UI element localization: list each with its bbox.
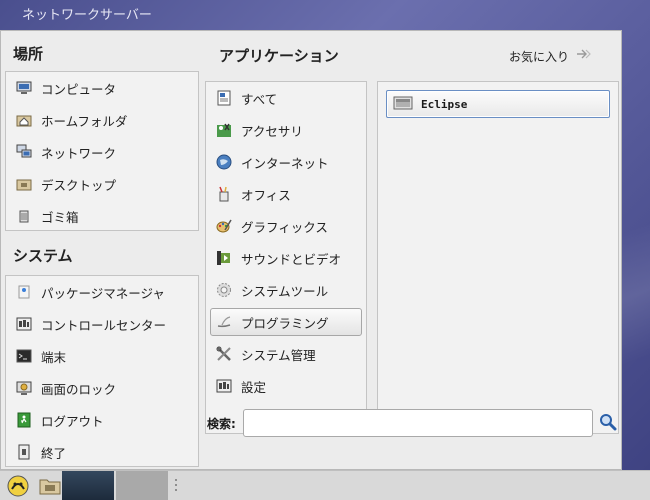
places-item-label: デスクトップ: [41, 177, 117, 193]
search-icon[interactable]: [599, 413, 617, 431]
taskbar: [0, 470, 650, 500]
favorites-label: お気に入り: [508, 49, 569, 64]
system-item-label: 端末: [41, 349, 67, 365]
category-all[interactable]: すべて: [210, 84, 362, 112]
search-label: 検索:: [207, 417, 236, 431]
places-item-label: コンピュータ: [41, 81, 117, 97]
places-item-label: ネットワーク: [41, 145, 117, 161]
places-list: コンピュータ ホームフォルダ ネットワーク デスクトップ ゴミ箱: [5, 71, 199, 231]
window-title: ネットワークサーバー: [22, 8, 152, 23]
app-item-eclipse[interactable]: Eclipse: [386, 90, 610, 118]
system-item-label: コントロールセンター: [41, 317, 167, 333]
desktop-folder-icon: [15, 175, 33, 193]
system-item-control-center[interactable]: コントロールセンター: [10, 310, 194, 338]
category-accessories[interactable]: アクセサリ: [210, 116, 362, 144]
category-office[interactable]: オフィス: [210, 180, 362, 208]
taskbar-handle-icon[interactable]: [172, 471, 180, 500]
control-center-icon: [15, 315, 33, 333]
internet-icon: [215, 153, 233, 171]
category-system-tools[interactable]: システムツール: [210, 276, 362, 304]
places-item-label: ゴミ箱: [41, 209, 79, 225]
settings-icon: [215, 377, 233, 395]
folder-launcher-icon[interactable]: [38, 471, 62, 500]
places-item-network[interactable]: ネットワーク: [10, 138, 194, 166]
trash-icon: [15, 207, 33, 225]
system-title: システム: [13, 247, 73, 265]
system-item-label: 終了: [41, 445, 67, 461]
application-menu: 場所 コンピュータ ホームフォルダ ネットワーク デスクトップ ゴミ箱 システム…: [0, 30, 622, 470]
category-label: アクセサリ: [241, 123, 303, 139]
category-label: システムツール: [241, 283, 329, 299]
places-item-trash[interactable]: ゴミ箱: [10, 202, 194, 230]
system-list: パッケージマネージャ コントロールセンター 端末 画面のロック ログアウト 終了: [5, 275, 199, 467]
programming-icon: [215, 313, 233, 331]
places-item-home[interactable]: ホームフォルダ: [10, 106, 194, 134]
places-item-computer[interactable]: コンピュータ: [10, 74, 194, 102]
shutdown-icon: [15, 443, 33, 461]
applications-title: アプリケーション: [219, 47, 339, 65]
window-thumbnail-1[interactable]: [62, 471, 114, 500]
search-input[interactable]: [243, 409, 593, 437]
places-title: 場所: [13, 45, 44, 63]
category-label: インターネット: [241, 155, 329, 171]
graphics-icon: [215, 217, 233, 235]
system-item-logout[interactable]: ログアウト: [10, 406, 194, 434]
system-item-lock-screen[interactable]: 画面のロック: [10, 374, 194, 402]
apps-list: Eclipse: [377, 81, 619, 434]
category-graphics[interactable]: グラフィックス: [210, 212, 362, 240]
category-label: サウンドとビデオ: [241, 251, 342, 267]
category-sound-video[interactable]: サウンドとビデオ: [210, 244, 362, 272]
system-item-terminal[interactable]: 端末: [10, 342, 194, 370]
category-internet[interactable]: インターネット: [210, 148, 362, 176]
category-programming[interactable]: プログラミング: [210, 308, 362, 336]
terminal-icon: [15, 347, 33, 365]
sound-video-icon: [215, 249, 233, 267]
lock-screen-icon: [15, 379, 33, 397]
system-admin-icon: [215, 345, 233, 363]
office-icon: [215, 185, 233, 203]
home-folder-icon: [15, 111, 33, 129]
category-settings[interactable]: 設定: [210, 372, 362, 400]
app-item-label: Eclipse: [421, 97, 468, 111]
all-icon: [215, 89, 233, 107]
favorites-button[interactable]: お気に入り: [509, 47, 593, 65]
eclipse-icon: [393, 96, 413, 112]
arrow-right-icon: [575, 47, 593, 65]
window-thumbnail-2[interactable]: [116, 471, 168, 500]
category-label: グラフィックス: [241, 219, 328, 235]
category-label: プログラミング: [241, 315, 329, 331]
category-label: 設定: [241, 379, 267, 395]
category-label: すべて: [241, 91, 278, 107]
computer-icon: [15, 79, 33, 97]
package-icon: [15, 283, 33, 301]
places-item-label: ホームフォルダ: [41, 113, 128, 129]
accessories-icon: [215, 121, 233, 139]
system-item-label: ログアウト: [41, 413, 104, 429]
categories-list: すべて アクセサリ インターネット オフィス グラフィックス サウンドとビデオ …: [205, 81, 367, 434]
category-label: システム管理: [241, 347, 316, 363]
category-label: オフィス: [241, 187, 291, 203]
system-item-label: 画面のロック: [41, 381, 117, 397]
network-icon: [15, 143, 33, 161]
logout-icon: [15, 411, 33, 429]
start-menu-button[interactable]: [4, 471, 32, 500]
system-item-package-manager[interactable]: パッケージマネージャ: [10, 278, 194, 306]
category-system-admin[interactable]: システム管理: [210, 340, 362, 368]
system-item-label: パッケージマネージャ: [41, 285, 165, 301]
system-tools-icon: [215, 281, 233, 299]
system-item-shutdown[interactable]: 終了: [10, 438, 194, 466]
places-item-desktop[interactable]: デスクトップ: [10, 170, 194, 198]
